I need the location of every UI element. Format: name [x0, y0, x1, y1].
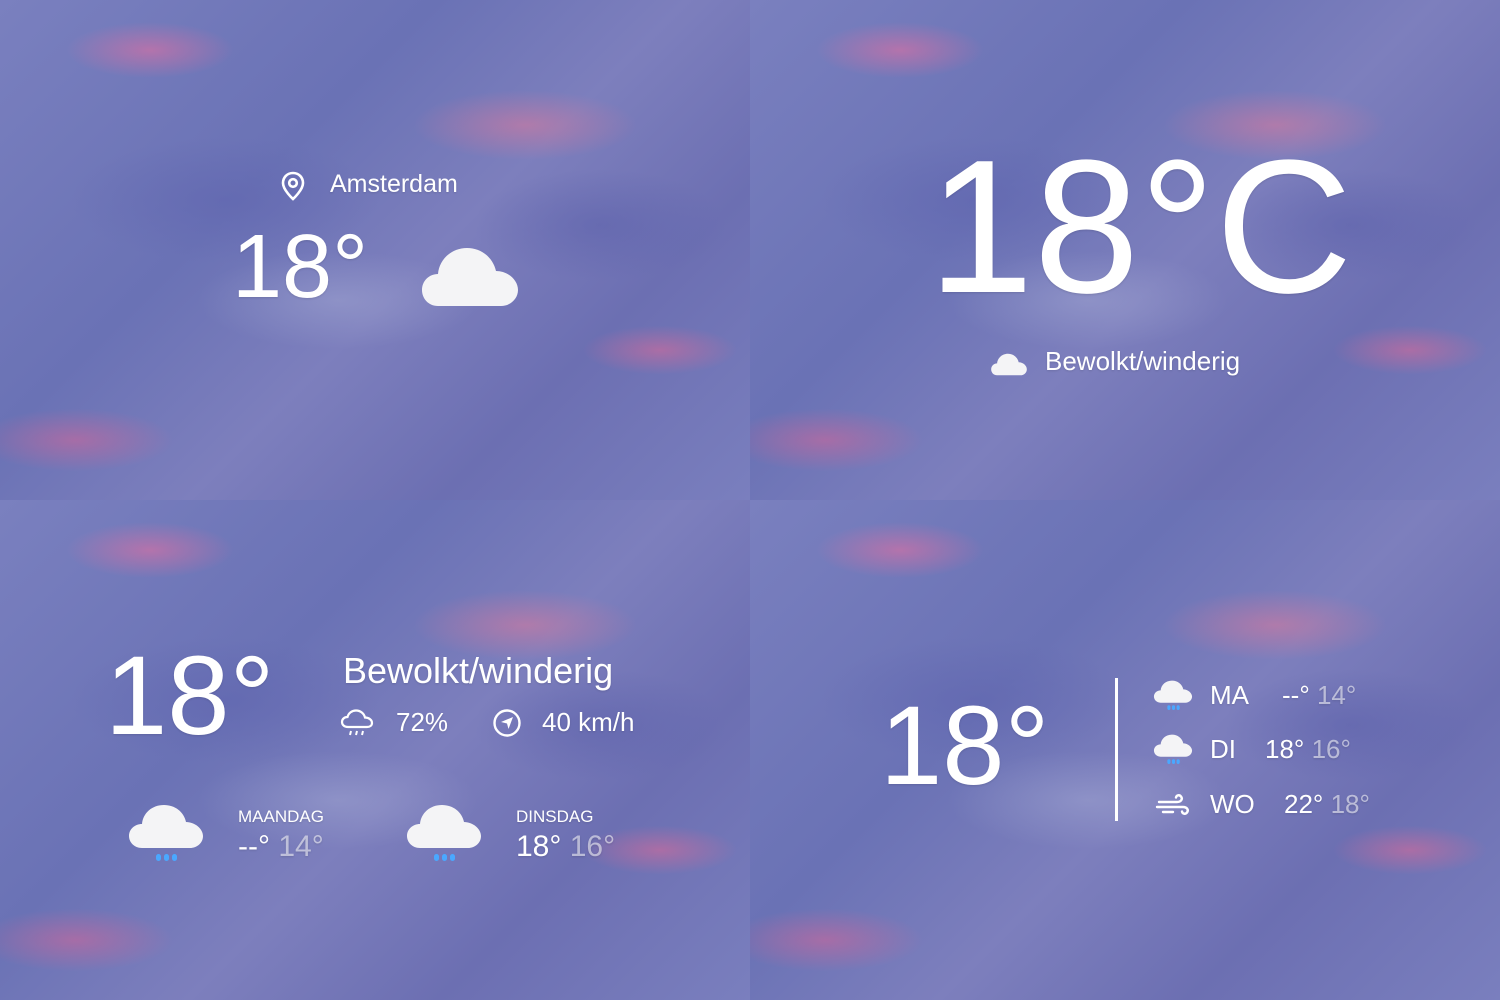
forecast-day-label: MAANDAG: [238, 807, 324, 826]
forecast-day-label: DINSDAG: [516, 807, 594, 826]
forecast-temperatures: 18° 16°: [516, 830, 615, 864]
forecast-day-label: DI: [1210, 734, 1236, 764]
widget-large-temperature[interactable]: 18°C Bewolkt/winderig: [750, 0, 1500, 500]
widget-compact-forecast[interactable]: 18° MA --° 14° DI 18° 16° WO 22° 18°: [750, 500, 1500, 1000]
forecast-low: 18°: [1330, 789, 1370, 819]
current-temperature: 18°: [880, 683, 1050, 808]
forecast-low: 14°: [278, 830, 324, 863]
forecast-temperatures: 22° 18°: [1284, 789, 1370, 820]
forecast-high: 22°: [1284, 789, 1324, 819]
rain-cloud-icon: [406, 800, 482, 866]
cloud-icon: [420, 238, 520, 308]
rain-cloud-outline-icon: [340, 708, 374, 738]
wind-speed-value: 40 km/h: [542, 707, 635, 737]
rain-cloud-icon: [128, 800, 204, 866]
rain-cloud-icon: [1153, 678, 1193, 712]
current-temperature: 18°: [105, 633, 275, 758]
weather-widget-grid: Amsterdam 18° 18°C Bewolkt/winderig 18° …: [0, 0, 1500, 1000]
forecast-day-label: MA: [1210, 680, 1249, 710]
current-temperature: 18°: [232, 217, 369, 317]
forecast-temperatures: 18° 16°: [1265, 734, 1351, 765]
current-temperature: 18°C: [928, 121, 1353, 333]
precipitation-value: 72%: [396, 707, 449, 737]
forecast-high: --°: [238, 830, 270, 863]
forecast-temperatures: --° 14°: [1282, 680, 1356, 711]
forecast-high: 18°: [516, 830, 562, 863]
forecast-day-label: WO: [1210, 789, 1255, 819]
cloud-icon: [990, 350, 1028, 376]
location-name: Amsterdam: [330, 170, 458, 198]
map-pin-icon: [280, 171, 306, 201]
widget-location-current[interactable]: Amsterdam 18°: [0, 0, 750, 500]
forecast-high: --°: [1282, 680, 1310, 710]
forecast-high: 18°: [1265, 734, 1305, 764]
condition-text: Bewolkt/winderig: [1045, 346, 1241, 376]
forecast-low: 14°: [1316, 680, 1357, 710]
forecast-temperatures: --° 14°: [238, 830, 324, 864]
widget-detailed-forecast[interactable]: 18° Bewolkt/winderig 72% 40 km/h MAANDAG…: [0, 500, 750, 1000]
forecast-low: 16°: [1311, 734, 1351, 764]
condition-text: Bewolkt/winderig: [343, 650, 614, 691]
vertical-divider: [1115, 678, 1118, 821]
wind-icon: [1153, 788, 1193, 822]
compass-arrow-icon: [492, 708, 522, 738]
rain-cloud-icon: [1153, 732, 1193, 766]
forecast-low: 16°: [569, 830, 616, 863]
